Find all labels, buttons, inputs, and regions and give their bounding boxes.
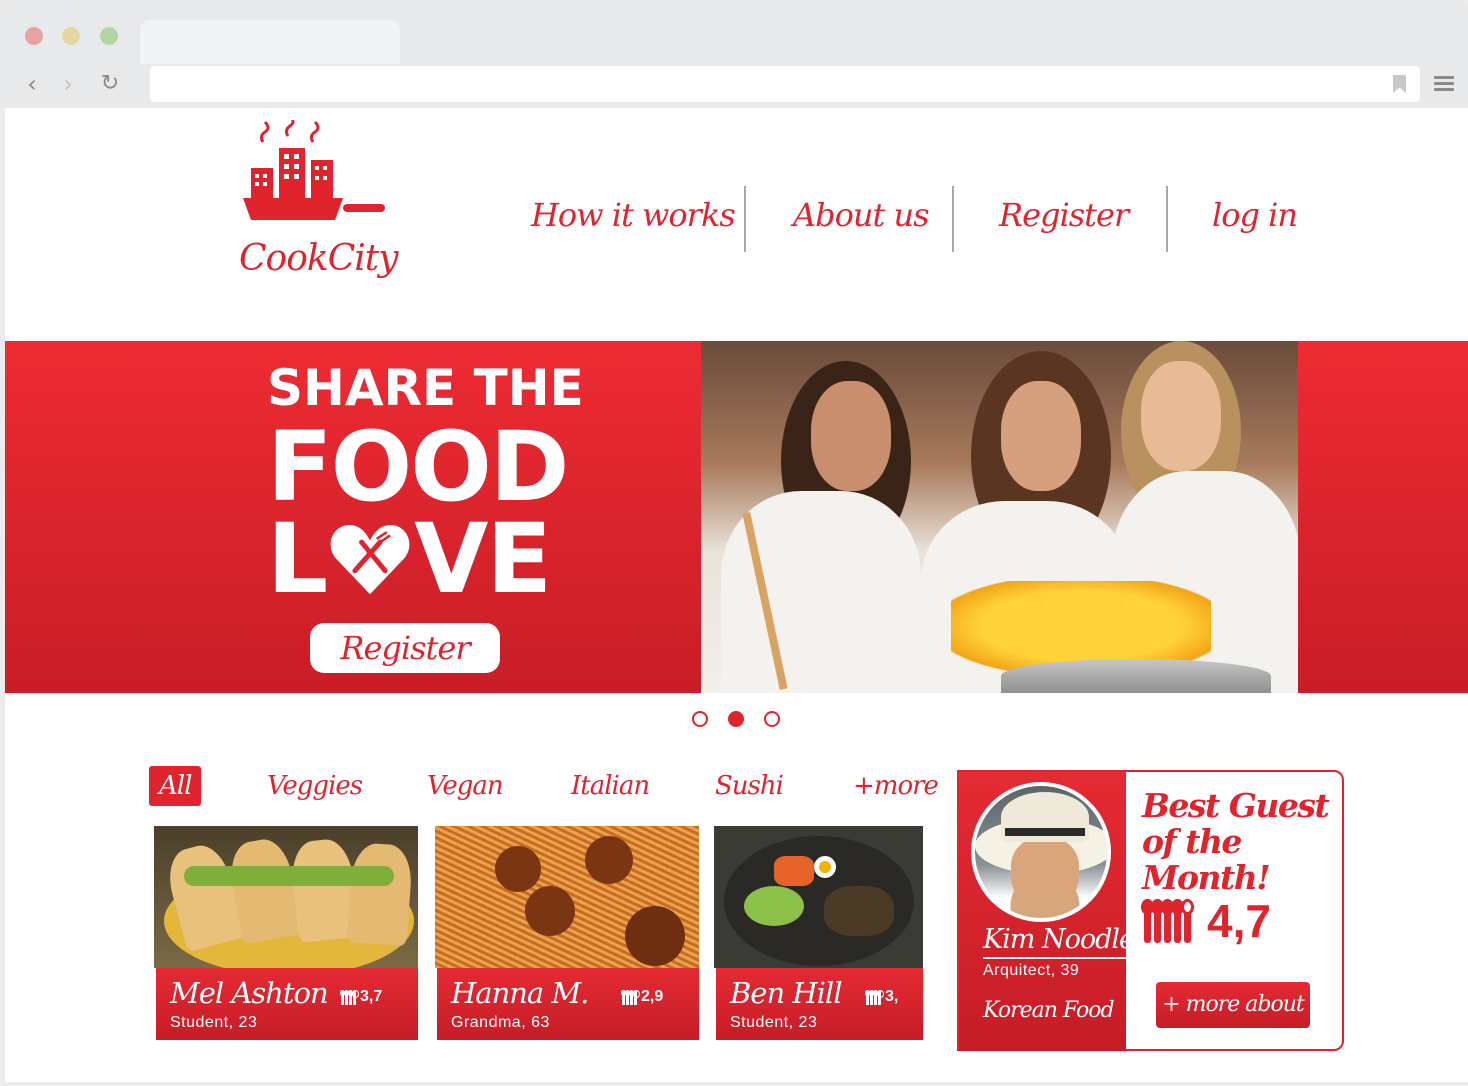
carousel-dot-2[interactable]	[728, 711, 744, 727]
photo-pot	[1001, 659, 1271, 693]
nav-about-us[interactable]: About us	[793, 196, 930, 234]
host-card[interactable]: Mel Ashton Student, 23 3,7	[154, 826, 418, 1040]
best-guest-panel: Kim Noodle Arquitect, 39 Korean Food Bes…	[957, 770, 1344, 1051]
filter-all[interactable]: All	[149, 766, 202, 806]
host-rating: 3,	[865, 988, 899, 1006]
main-nav: How it works About us Register log in	[5, 186, 1468, 252]
photo-face	[1141, 361, 1221, 471]
browser-chrome: ‹ › ↻	[0, 0, 1468, 108]
guest-title-line-2: of the Month!	[1142, 822, 1271, 897]
photo-pasta	[951, 581, 1211, 671]
minimize-window-button[interactable]	[62, 27, 80, 45]
card-info: Hanna M. Grandma, 63 2,9	[437, 968, 699, 1040]
guest-food: Korean Food	[983, 998, 1115, 1023]
filter-italian[interactable]: Italian	[571, 766, 650, 806]
chevron-right-icon[interactable]: ›	[55, 70, 81, 98]
filter-more[interactable]: +more	[853, 766, 939, 806]
meatball	[625, 906, 685, 966]
guest-rating: 4,7	[1141, 894, 1271, 948]
guest-profile: Kim Noodle Arquitect, 39 Korean Food	[959, 772, 1135, 1051]
carousel-dots	[5, 711, 1468, 731]
hero-photo	[701, 341, 1298, 693]
guest-subtitle: Arquitect, 39	[983, 962, 1080, 979]
bookmark-icon[interactable]	[1393, 75, 1406, 93]
spoon-rating-icon	[865, 989, 884, 1005]
photo-face	[1001, 381, 1081, 491]
host-card[interactable]: Ben Hill Student, 23 3,	[714, 826, 923, 1040]
host-card[interactable]: Hanna M. Grandma, 63 2,9	[435, 826, 699, 1040]
nav-divider	[1166, 186, 1168, 252]
chevron-left-icon[interactable]: ‹	[19, 70, 45, 98]
meatball	[495, 846, 541, 892]
hero-line-1: SHARE THE	[267, 359, 584, 417]
nav-divider	[744, 186, 746, 252]
card-info: Mel Ashton Student, 23 3,7	[156, 968, 418, 1040]
carrot	[774, 856, 814, 886]
hero-line-3-start: L	[267, 503, 328, 615]
nav-log-in[interactable]: log in	[1212, 196, 1298, 234]
hero-headline: SHARE THE FOOD L VE	[267, 363, 584, 607]
mushroom	[824, 886, 894, 936]
greens	[744, 886, 804, 926]
hero-register-button[interactable]: Register	[310, 623, 500, 673]
category-filters: All Veggies Vegan Italian Sushi +more	[5, 766, 939, 810]
hero-line-3: L VE	[267, 511, 584, 607]
avatar	[971, 782, 1111, 922]
hero-line-3-end: VE	[414, 503, 552, 615]
spoon-rating-icon	[340, 989, 359, 1005]
host-name: Ben Hill	[730, 976, 842, 1010]
guest-title: Best Guest of the Month!	[1142, 788, 1342, 896]
carousel-dot-1[interactable]	[692, 711, 708, 727]
spoon-rating-icon	[1141, 899, 1194, 943]
browser-tab[interactable]	[140, 20, 400, 64]
food-photo-spaghetti	[435, 826, 699, 968]
filter-sushi[interactable]: Sushi	[715, 766, 784, 806]
meatball	[525, 886, 575, 936]
taco	[346, 842, 414, 946]
host-subtitle: Student, 23	[730, 1014, 818, 1031]
host-subtitle: Student, 23	[170, 1014, 258, 1031]
food-photo-tacos	[154, 826, 418, 968]
web-page: CookCity How it works About us Register …	[5, 108, 1468, 1082]
food-photo-bibimbap	[714, 826, 923, 968]
guest-title-line-1: Best Guest	[1142, 786, 1330, 825]
hero-line-2: FOOD	[267, 411, 569, 523]
avatar-face	[1011, 838, 1079, 908]
guest-name[interactable]: Kim Noodle	[983, 924, 1135, 959]
host-name: Mel Ashton	[170, 976, 329, 1010]
filter-vegan[interactable]: Vegan	[427, 766, 504, 806]
carousel-dot-3[interactable]	[764, 711, 780, 727]
photo-face	[811, 381, 891, 491]
guest-rating-value: 4,7	[1207, 895, 1271, 947]
spoon-rating-icon	[621, 989, 640, 1005]
address-bar[interactable]	[150, 66, 1420, 102]
host-subtitle: Grandma, 63	[451, 1014, 550, 1031]
avatar-hatband	[1005, 828, 1085, 836]
nav-register[interactable]: Register	[999, 196, 1129, 234]
host-rating: 3,7	[340, 988, 383, 1006]
maximize-window-button[interactable]	[100, 27, 118, 45]
card-info: Ben Hill Student, 23 3,	[716, 968, 923, 1040]
filter-veggies[interactable]: Veggies	[267, 766, 363, 806]
rating-value: 3,	[885, 988, 899, 1005]
rating-value: 3,7	[360, 988, 383, 1005]
hamburger-menu-icon[interactable]	[1434, 76, 1454, 92]
reload-icon[interactable]: ↻	[97, 70, 123, 98]
host-name: Hanna M.	[451, 976, 589, 1010]
nav-divider	[952, 186, 954, 252]
more-about-button[interactable]: + more about	[1156, 982, 1310, 1028]
nav-how-it-works[interactable]: How it works	[531, 196, 736, 234]
rating-value: 2,9	[641, 988, 664, 1005]
host-rating: 2,9	[621, 988, 664, 1006]
lettuce	[184, 866, 394, 886]
hero-banner: SHARE THE FOOD L VE Register	[5, 341, 1468, 693]
meatball	[585, 836, 633, 884]
close-window-button[interactable]	[25, 27, 43, 45]
guest-details: Best Guest of the Month! 4,7 + more abou…	[1126, 772, 1342, 1051]
egg	[814, 856, 836, 878]
heart-fork-knife-icon	[330, 525, 410, 595]
